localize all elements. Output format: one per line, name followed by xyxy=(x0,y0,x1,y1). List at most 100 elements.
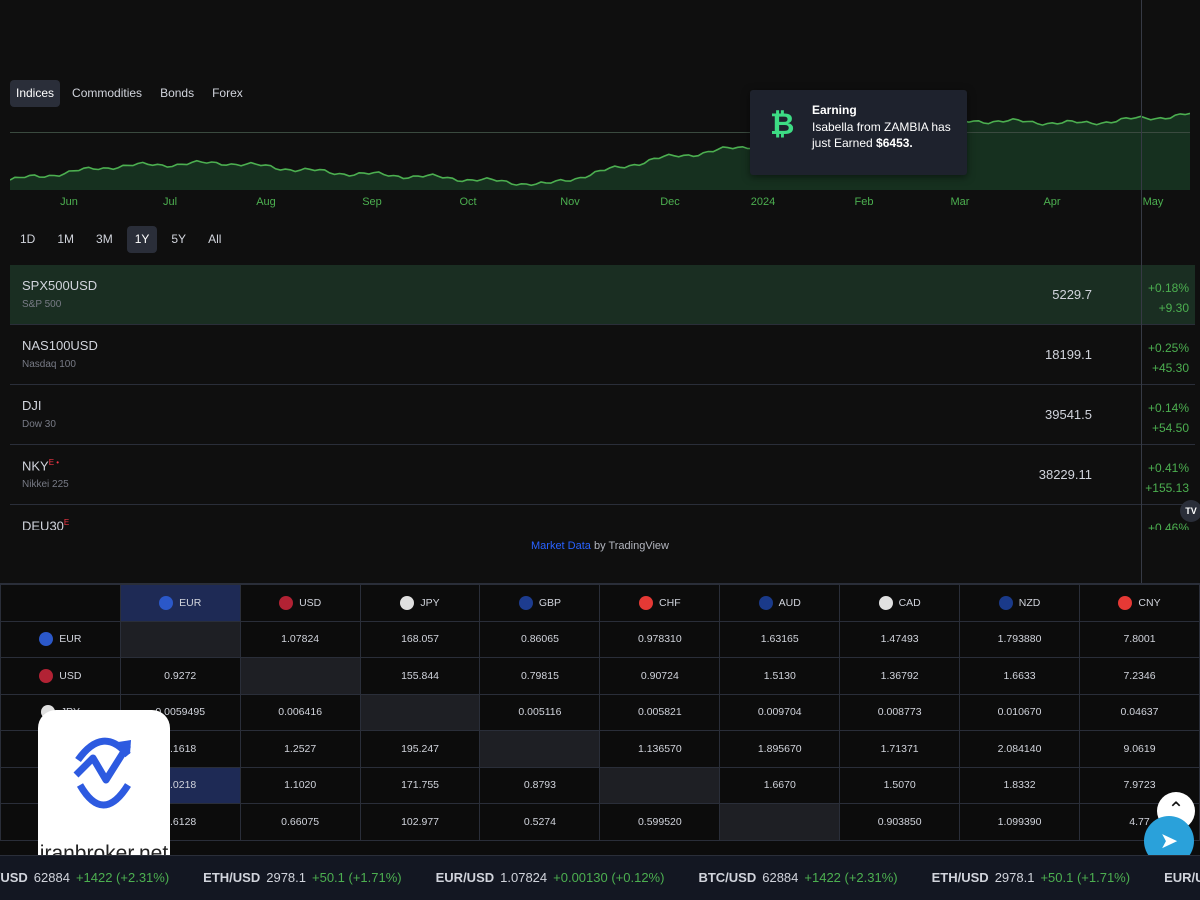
ticker-item[interactable]: EUR/USD1.07824+0.00130 (+0.12%) xyxy=(1164,856,1200,900)
index-row[interactable]: SPX500USD S&P 500 5229.7 +0.18% +9.30 xyxy=(10,265,1195,325)
ticker-symbol: ETH/USD xyxy=(203,870,261,885)
rate-cell[interactable] xyxy=(119,620,241,658)
rate-cell[interactable]: 1.8332 xyxy=(959,766,1081,804)
rate-cell[interactable]: 0.009704 xyxy=(719,693,841,731)
month-label: May xyxy=(1142,196,1164,208)
rate-cell[interactable] xyxy=(359,693,481,731)
rate-cell[interactable]: 1.2527 xyxy=(239,730,361,768)
currency-header-eur[interactable]: EUR xyxy=(119,584,241,622)
rate-cell[interactable]: 1.1020 xyxy=(239,766,361,804)
rate-cell[interactable]: 0.010670 xyxy=(959,693,1081,731)
rate-cell[interactable]: 1.895670 xyxy=(719,730,841,768)
currency-header-cny[interactable]: CNY xyxy=(1079,584,1200,622)
rate-cell[interactable]: 1.07824 xyxy=(239,620,361,658)
ticker-item[interactable]: BTC/USD 62884 +1422 (+2.31%) xyxy=(0,856,169,900)
index-flag: E xyxy=(63,518,70,527)
tab-forex[interactable]: Forex xyxy=(206,80,249,107)
currency-header-aud[interactable]: AUD xyxy=(719,584,841,622)
rate-cell[interactable]: 168.057 xyxy=(359,620,481,658)
rate-cell[interactable]: 0.008773 xyxy=(839,693,961,731)
rate-row: 1.0218 1.1020 171.755 0.8793 1.6670 1.5070 1.8… xyxy=(0,766,1200,804)
currency-header-jpy[interactable]: JPY xyxy=(359,584,481,622)
rate-cell[interactable] xyxy=(719,803,841,841)
market-data-link[interactable]: Market Data xyxy=(531,540,591,552)
rate-cell[interactable]: 0.5274 xyxy=(479,803,601,841)
rate-cell[interactable]: 0.8793 xyxy=(479,766,601,804)
rate-cell[interactable]: 0.9272 xyxy=(119,657,241,695)
currency-header-usd[interactable]: USD xyxy=(239,584,361,622)
tab-indices[interactable]: Indices xyxy=(10,80,61,107)
rate-cell[interactable]: 0.978310 xyxy=(599,620,721,658)
rate-cell[interactable]: 7.8001 xyxy=(1079,620,1200,658)
range-3m[interactable]: 3M xyxy=(88,226,121,253)
ticker-change: +50.1 (+1.71%) xyxy=(312,870,402,885)
rate-cell[interactable]: 1.71371 xyxy=(839,730,961,768)
index-change: +0.46% xyxy=(1148,518,1189,530)
index-row[interactable]: NAS100USD Nasdaq 100 18199.1 +0.25% +45.30 xyxy=(10,325,1195,385)
rate-cell[interactable]: 1.63165 xyxy=(719,620,841,658)
flag-icon xyxy=(400,595,415,610)
tab-bonds[interactable]: Bonds xyxy=(154,80,200,107)
index-change: +0.41% +155.13 xyxy=(1145,458,1189,498)
rate-cell[interactable]: 0.005116 xyxy=(479,693,601,731)
index-symbol: DJI xyxy=(22,398,42,413)
rate-cell[interactable]: 1.5070 xyxy=(839,766,961,804)
rate-cell[interactable]: 9.0619 xyxy=(1079,730,1200,768)
range-1m[interactable]: 1M xyxy=(49,226,82,253)
currency-code: CHF xyxy=(659,596,681,609)
rate-cell[interactable]: 1.36792 xyxy=(839,657,961,695)
currency-header-cad[interactable]: CAD xyxy=(839,584,961,622)
range-5y[interactable]: 5Y xyxy=(163,226,194,253)
rate-cell[interactable]: 0.04637 xyxy=(1079,693,1200,731)
earning-popup[interactable]: ₿ Earning Isabella from ZAMBIA has just … xyxy=(750,90,967,175)
ticker-item[interactable]: BTC/USD 62884 +1422 (+2.31%) xyxy=(698,856,897,900)
rate-cell[interactable] xyxy=(479,730,601,768)
index-row[interactable]: NKYE • Nikkei 225 38229.11 +0.41% +155.13 xyxy=(10,445,1195,505)
rate-row-header[interactable]: USD xyxy=(0,657,121,695)
rate-cell[interactable]: 7.2346 xyxy=(1079,657,1200,695)
range-1y[interactable]: 1Y xyxy=(126,226,158,253)
rate-cell[interactable] xyxy=(599,766,721,804)
currency-header-gbp[interactable]: GBP xyxy=(479,584,601,622)
rate-cell[interactable]: 0.903850 xyxy=(839,803,961,841)
index-row[interactable]: DEU30E +0.46% xyxy=(10,505,1195,530)
rate-cell[interactable]: 0.90724 xyxy=(599,657,721,695)
ticker-item[interactable]: ETH/USD 2978.1 +50.1 (+1.71%) xyxy=(932,856,1130,900)
tab-commodities[interactable]: Commodities xyxy=(66,80,148,107)
ticker-item[interactable]: EUR/USD1.07824+0.00130 (+0.12%) xyxy=(436,856,665,900)
rate-cell[interactable] xyxy=(239,657,361,695)
rate-cell[interactable]: 0.599520 xyxy=(599,803,721,841)
rate-row-header[interactable]: EUR xyxy=(0,620,121,658)
rate-cell[interactable]: 1.5130 xyxy=(719,657,841,695)
rate-cell[interactable]: 0.86065 xyxy=(479,620,601,658)
index-name: Dow 30 xyxy=(22,419,56,430)
rate-cell[interactable]: 1.6670 xyxy=(719,766,841,804)
rate-cell[interactable]: 2.084140 xyxy=(959,730,1081,768)
rate-cell[interactable]: 195.247 xyxy=(359,730,481,768)
month-label: Nov xyxy=(560,196,580,208)
index-row[interactable]: DJI Dow 30 39541.5 +0.14% +54.50 xyxy=(10,385,1195,445)
rate-cell[interactable]: 1.6633 xyxy=(959,657,1081,695)
range-all[interactable]: All xyxy=(200,226,229,253)
index-price: 38229.11 xyxy=(1038,467,1092,482)
rate-cell[interactable]: 0.006416 xyxy=(239,693,361,731)
rate-cell[interactable]: 171.755 xyxy=(359,766,481,804)
index-change-abs: +155.13 xyxy=(1145,481,1189,495)
currency-header-nzd[interactable]: NZD xyxy=(959,584,1081,622)
index-price: 18199.1 xyxy=(1045,347,1092,362)
tradingview-logo[interactable]: TV xyxy=(1180,500,1200,522)
range-1d[interactable]: 1D xyxy=(12,226,43,253)
rate-cell[interactable]: 1.793880 xyxy=(959,620,1081,658)
rate-cell[interactable]: 1.099390 xyxy=(959,803,1081,841)
rate-cell[interactable]: 0.79815 xyxy=(479,657,601,695)
rate-cell[interactable]: 1.47493 xyxy=(839,620,961,658)
ticker-item[interactable]: ETH/USD 2978.1 +50.1 (+1.71%) xyxy=(203,856,401,900)
rate-cell[interactable]: 0.005821 xyxy=(599,693,721,731)
rate-cell[interactable]: 155.844 xyxy=(359,657,481,695)
rate-cell[interactable]: 102.977 xyxy=(359,803,481,841)
month-label: Jul xyxy=(162,196,178,208)
currency-header-chf[interactable]: CHF xyxy=(599,584,721,622)
range-selector: 1D 1M 3M 1Y 5Y All xyxy=(12,226,229,253)
rate-cell[interactable]: 0.66075 xyxy=(239,803,361,841)
rate-cell[interactable]: 1.136570 xyxy=(599,730,721,768)
